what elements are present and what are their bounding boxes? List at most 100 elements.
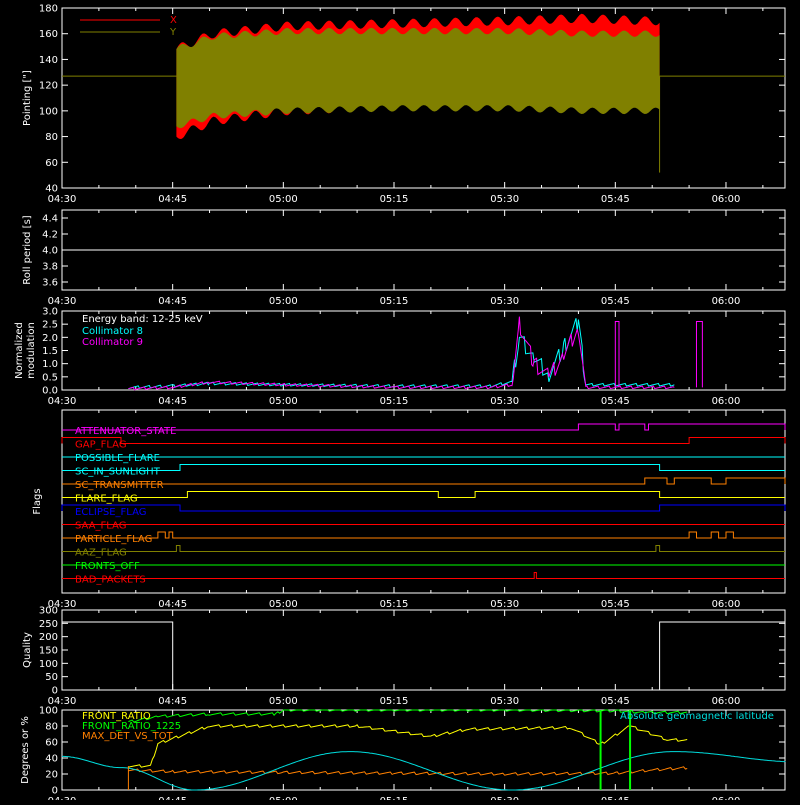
x-tick-label: 05:00: [269, 599, 298, 610]
flag-label: PARTICLE_FLAG: [75, 534, 152, 545]
modulation-spike: [695, 321, 703, 388]
panel-frame-flags: [61, 409, 786, 594]
flag-label: SC_IN_SUNLIGHT: [75, 467, 161, 478]
x-tick-label: 05:15: [380, 194, 409, 205]
y-tick-label: 100: [39, 659, 58, 670]
legend-label-modulation: Collimator 9: [82, 337, 143, 348]
x-tick-label: 05:30: [490, 396, 519, 407]
modulation-series-collimator-9: [128, 316, 675, 391]
pointing-band-y: [176, 27, 660, 129]
x-tick-label: 06:00: [712, 696, 741, 707]
legend-label-y: Y: [169, 27, 177, 38]
x-tick-label: 05:00: [269, 796, 298, 800]
y-tick-label: 180: [39, 4, 58, 15]
x-tick-label: 04:45: [158, 194, 187, 205]
x-tick-label: 05:30: [490, 194, 519, 205]
x-tick-label: 05:45: [601, 194, 630, 205]
modulation-spike: [614, 321, 620, 388]
y-tick-label: 40: [45, 184, 58, 195]
y-tick-label: 80: [45, 722, 58, 733]
degrees-series-max-det-vs-tot: [128, 766, 688, 776]
flag-label: POSSIBLE_FLARE: [75, 453, 160, 464]
x-tick-label: 06:00: [712, 396, 741, 407]
y-tick-label: 0.0: [42, 386, 58, 397]
y-tick-label: 140: [39, 55, 58, 66]
x-tick-label: 04:30: [48, 194, 77, 205]
y-tick-label: 300: [39, 606, 58, 617]
flag-trace-sc-in-sunlight: [62, 464, 785, 471]
x-tick-label: 05:00: [269, 296, 298, 307]
x-tick-label: 05:15: [380, 599, 409, 610]
y-tick-label: 160: [39, 29, 58, 40]
y-tick-label: 0: [52, 786, 58, 797]
x-tick-label: 05:00: [269, 396, 298, 407]
x-tick-label: 06:00: [712, 796, 741, 800]
flag-label: ECLIPSE_FLAG: [75, 507, 146, 518]
flag-trace-sc-transmitter: [62, 477, 786, 485]
x-tick-label: 05:45: [601, 796, 630, 800]
flag-label: FRONTS_OFF: [75, 561, 140, 572]
flag-label: FLARE_FLAG: [75, 494, 138, 505]
plot-canvas: 04:30 04:45 05:00 05:15 05:30 05:45 06:00 40 60 8…: [14, 4, 786, 805]
x-tick-label: 05:45: [601, 296, 630, 307]
x-tick-label: 05:00: [269, 194, 298, 205]
y-tick-label: 40: [45, 754, 58, 765]
x-tick-label: 05:15: [380, 296, 409, 307]
x-tick-label: 05:45: [601, 696, 630, 707]
x-tick-label: 04:45: [158, 696, 187, 707]
flag-trace-bad-packets: [62, 572, 785, 579]
y-tick-label: 120: [39, 81, 58, 92]
y-tick-label: 0.5: [42, 372, 58, 383]
x-tick-label: 04:45: [158, 796, 187, 800]
flag-label: AAZ_FLAG: [75, 548, 127, 559]
flag-trace-aaz-flag: [62, 545, 785, 552]
y-axis-label: Roll period [s]: [22, 215, 33, 284]
x-tick-label: 05:15: [380, 796, 409, 800]
y-tick-label: 80: [45, 132, 58, 143]
y-axis-label: Flags: [32, 488, 43, 514]
legend-label-modulation: Collimator 8: [82, 326, 143, 337]
modulation-series-collimator-8: [128, 318, 675, 390]
geomagnetic-latitude-label: Absolute geomagnetic latitude: [620, 711, 774, 722]
y-axis-label: Degrees or %: [20, 716, 31, 784]
y-tick-label: 60: [45, 158, 58, 169]
x-tick-label: 05:15: [380, 696, 409, 707]
y-tick-label: 2.5: [42, 320, 58, 331]
x-tick-label: 05:15: [380, 396, 409, 407]
energy-band-note: Energy band: 12-25 keV: [82, 314, 203, 325]
x-tick-label: 05:30: [490, 296, 519, 307]
x-tick-label: 05:45: [601, 396, 630, 407]
y-tick-label: 100: [39, 706, 58, 717]
y-tick-label: 1.5: [42, 346, 58, 357]
flag-label: SAA_FLAG: [75, 521, 126, 532]
x-tick-label: 04:30: [48, 796, 77, 800]
degrees-series-absolute-geomagnetic-latitude: [62, 751, 786, 791]
y-tick-label: 0: [52, 686, 58, 697]
y-axis-label: modulation: [26, 322, 37, 379]
flag-label: BAD_PACKETS: [75, 575, 146, 586]
y-axis-label: Normalized: [14, 322, 25, 379]
quality-line: [62, 621, 785, 691]
y-tick-label: 100: [39, 106, 58, 117]
y-tick-label: 60: [45, 738, 58, 749]
x-tick-label: 05:30: [490, 796, 519, 800]
y-tick-label: 3.0: [42, 307, 58, 318]
flag-label: ATTENUATOR_STATE: [75, 426, 176, 437]
flag-label: GAP_FLAG: [75, 440, 127, 451]
x-tick-label: 04:30: [48, 396, 77, 407]
y-tick-label: 4.2: [42, 230, 58, 241]
flag-trace-gap-flag: [61, 437, 786, 444]
y-tick-label: 3.6: [42, 278, 58, 289]
x-tick-label: 04:45: [158, 599, 187, 610]
y-tick-label: 3.8: [42, 262, 58, 273]
degrees-series-front-ratio-1225: [128, 709, 688, 723]
x-tick-label: 06:00: [712, 599, 741, 610]
y-tick-label: 2.0: [42, 333, 58, 344]
y-axis-label: Pointing ["]: [22, 70, 33, 126]
x-tick-label: 04:45: [158, 296, 187, 307]
y-tick-label: 1.0: [42, 359, 58, 370]
x-tick-label: 05:45: [601, 599, 630, 610]
x-tick-label: 05:30: [490, 696, 519, 707]
y-tick-label: 4.4: [42, 214, 58, 225]
flag-trace-particle-flag: [62, 531, 785, 539]
